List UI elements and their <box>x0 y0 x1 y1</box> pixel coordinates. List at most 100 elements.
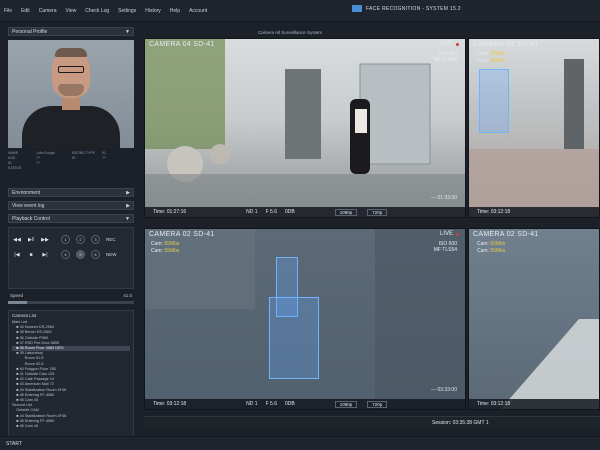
db-value: 0DB <box>284 209 295 215</box>
record-dot-icon <box>456 232 459 236</box>
bitrate-value: 65Mbs <box>490 241 506 247</box>
field-label: STATUS <box>8 166 22 170</box>
person-shirt <box>22 106 120 148</box>
menu-account[interactable]: Account <box>189 8 207 14</box>
rec-button[interactable]: REC <box>106 237 116 242</box>
bitrate-info: Cam: 65Mbs Cam: 55Mbs <box>477 51 505 65</box>
bitrate-value: 65Mbs <box>490 51 506 57</box>
time-value: Time: 01:27:16 <box>153 209 187 215</box>
menu-history[interactable]: History <box>145 8 161 14</box>
floor-scene-small-art <box>500 319 599 409</box>
camera-02-view-center[interactable]: CAMERA 02 SD-41 LIVE Cam: 65Mbs Cam: 55M… <box>144 228 466 410</box>
cam-label: Cam: <box>477 58 489 64</box>
view-event-log-button[interactable]: View event log ▶ <box>8 201 134 210</box>
rewind-icon[interactable]: ◀◀ <box>13 236 21 244</box>
bitrate-info: Cam: 65Mbs Cam: 55Mbs <box>477 241 505 255</box>
menu-view[interactable]: View <box>65 8 76 14</box>
playback-row-1: ◀◀ ▶‖ ▶▶ 1 2 3 REC <box>13 235 116 244</box>
surveillance-title: Camera All Surveillance System <box>258 30 323 35</box>
play-pause-icon[interactable]: ▶‖ <box>27 236 35 244</box>
camera-status-bar: Time: 03:12:18 ND 1 F 5.6 0DB 1080p 720p <box>145 399 465 409</box>
res-1080p-button[interactable]: 1080p <box>334 208 358 216</box>
person-shirt-shape <box>355 109 367 133</box>
menu-file[interactable]: File <box>4 8 12 14</box>
start-button[interactable]: START <box>6 441 22 447</box>
time-value: Time: 03:12:18 <box>153 401 187 407</box>
fast-forward-icon[interactable]: ▶▶ <box>41 236 49 244</box>
speed-slider-fill <box>8 301 27 304</box>
menu-settings[interactable]: Settings <box>118 8 136 14</box>
speed-2-button[interactable]: 2 <box>76 235 85 244</box>
speed-slider[interactable] <box>8 301 134 304</box>
environment-label: Environment <box>12 189 41 196</box>
detection-box[interactable] <box>269 297 319 379</box>
camera-04-view[interactable]: CAMERA 04 SD-41 LIVE ISO 600 MF TLS54 — … <box>144 38 466 218</box>
live-text: LIVE <box>439 41 453 47</box>
chevron-down-icon: ▼ <box>125 28 130 35</box>
session-info: Session: 03:35:38 GMT 1 <box>432 420 489 426</box>
pot-shape <box>210 144 230 164</box>
speed-5-button[interactable]: 5 <box>76 250 85 259</box>
field-label: ID <box>8 161 12 165</box>
field-value: ?? <box>102 156 106 160</box>
stop-icon[interactable]: ■ <box>27 251 35 259</box>
bitrate-value: 55Mbs <box>490 58 506 64</box>
camera-tree-item[interactable]: ■ 46 Cam 45 <box>12 424 130 429</box>
skip-forward-icon[interactable]: ▶| <box>41 251 49 259</box>
field-value: John Dough <box>36 151 55 155</box>
db-value: 0DB <box>284 401 295 407</box>
record-dot-icon <box>456 42 459 46</box>
camera-02-view-top[interactable]: CAMERA 02 SD-41 Cam: 65Mbs Cam: 55Mbs Ti… <box>468 38 600 218</box>
new-button[interactable]: NEW <box>106 252 117 257</box>
sidebar: Personal Profile ▼ NAME John Dough RATIN… <box>8 27 134 450</box>
time-value: Time: 03:12:18 <box>477 209 511 215</box>
camera-status-bar: Time: 03:12:18 <box>469 399 599 409</box>
speed-value: x1.0 <box>123 293 132 298</box>
view-event-log-label: View event log <box>12 202 45 209</box>
app-title: FACE RECOGNITION - SYSTEM 15.2 <box>352 5 461 12</box>
window-shape <box>359 63 431 165</box>
live-indicator: LIVE <box>440 41 459 47</box>
camera-label: CAMERA 02 SD-41 <box>473 41 539 48</box>
mf-value: MF TLS54 <box>433 57 457 63</box>
field-value: ?? <box>36 161 40 165</box>
cam-label: Cam: <box>151 241 163 247</box>
res-1080p-button[interactable]: 1080p <box>334 400 358 408</box>
speed-1-button[interactable]: 1 <box>61 235 70 244</box>
playback-panel: ◀◀ ▶‖ ▶▶ 1 2 3 REC |◀ ■ ▶| 4 5 6 NEW <box>8 227 134 289</box>
playback-row-2: |◀ ■ ▶| 4 5 6 NEW <box>13 250 117 259</box>
menu-check-log[interactable]: Check Log <box>85 8 109 14</box>
menu-camera[interactable]: Camera <box>39 8 57 14</box>
field-label: ID <box>72 156 76 160</box>
camera-02-view-bottom[interactable]: CAMERA 02 SD-41 Cam: 65Mbs Cam: 55Mbs Ti… <box>468 228 600 410</box>
camera-tree: Main List ■ 34 Nonzen DS-2564 ■ 35 Bench… <box>12 320 130 429</box>
cam-label: Cam: <box>477 51 489 57</box>
cam-label: Cam: <box>477 248 489 254</box>
menu-edit[interactable]: Edit <box>21 8 30 14</box>
camera-label: CAMERA 04 SD-41 <box>149 41 215 48</box>
person-beard <box>58 84 84 96</box>
profile-header[interactable]: Personal Profile ▼ <box>8 27 134 36</box>
camera-status-bar: Time: 01:27:16 ND 1 F 5.6 0DB 1080p 720p <box>145 207 465 217</box>
time-value: Time: 03:12:18 <box>477 401 511 407</box>
speed-3-button[interactable]: 3 <box>91 235 100 244</box>
chevron-down-icon: ▼ <box>125 215 130 222</box>
speed-6-button[interactable]: 6 <box>91 250 100 259</box>
res-720p-button[interactable]: 720p <box>367 208 388 216</box>
camera-label: CAMERA 02 SD-41 <box>149 231 215 238</box>
camera-settings: ISO 600 MF TLS54 <box>434 241 457 253</box>
profile-header-label: Personal Profile <box>12 28 48 35</box>
camera-label: CAMERA 02 SD-41 <box>473 231 539 238</box>
camera-settings: ISO 600 MF TLS54 <box>434 51 457 63</box>
person-hair <box>55 48 87 57</box>
profile-info: NAME John Dough RATING TYPE 01 AGE ?? ID… <box>8 151 134 170</box>
bitrate-value: 55Mbs <box>164 248 180 254</box>
skip-back-icon[interactable]: |◀ <box>13 251 21 259</box>
menu-help[interactable]: Help <box>170 8 180 14</box>
detection-box[interactable] <box>479 69 509 133</box>
speed-4-button[interactable]: 4 <box>61 250 70 259</box>
playback-header[interactable]: Playback Control ▼ <box>8 214 134 223</box>
res-720p-button[interactable]: 720p <box>367 400 388 408</box>
environment-button[interactable]: Environment ▶ <box>8 188 134 197</box>
door-shape <box>285 69 321 159</box>
